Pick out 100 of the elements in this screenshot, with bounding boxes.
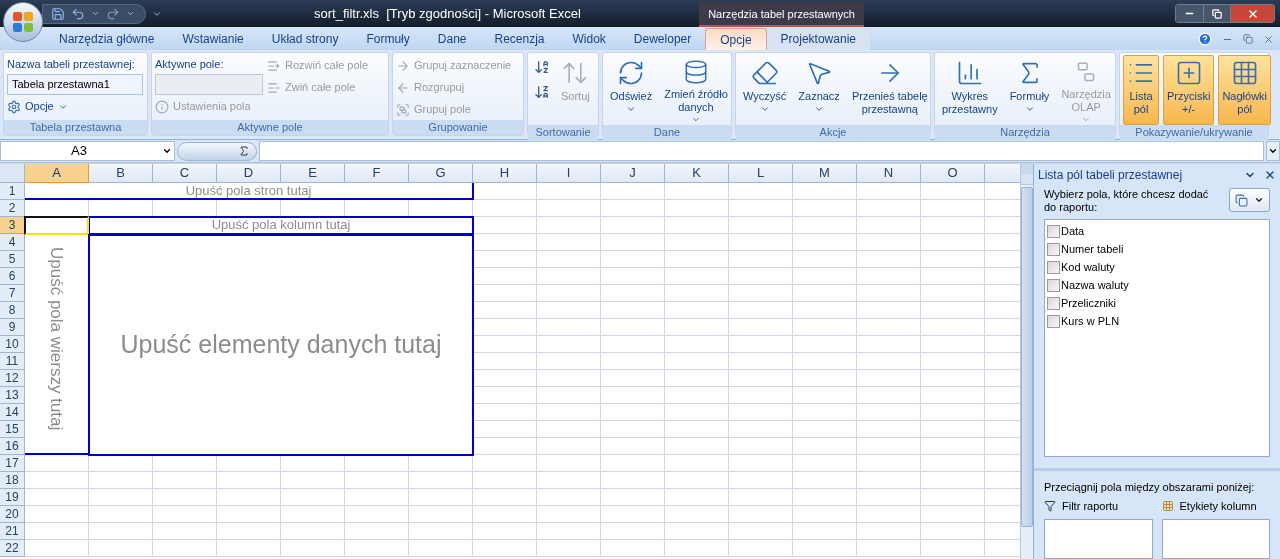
row-header[interactable]: 3 <box>0 217 25 234</box>
ribbon-button[interactable]: Lista pól <box>1123 55 1159 125</box>
field-name[interactable]: Nazwa waluty <box>1061 276 1129 294</box>
column-header[interactable]: M <box>793 164 857 183</box>
info-icon <box>155 99 169 114</box>
close-icon[interactable] <box>1263 33 1274 45</box>
field-name[interactable]: Numer tabeli <box>1061 240 1124 258</box>
ribbon-tab[interactable]: Projektowanie <box>766 28 870 50</box>
row-header[interactable]: 11 <box>0 353 25 370</box>
page-field-drop-area[interactable]: Upuść pola stron tutaj <box>25 183 474 200</box>
row-header[interactable]: 6 <box>0 268 25 285</box>
row-header[interactable]: 4 <box>0 234 25 251</box>
ribbon-button[interactable]: Wykres przestawny <box>938 55 1002 125</box>
row-header[interactable]: 17 <box>0 455 25 472</box>
layout-button[interactable] <box>1229 188 1270 213</box>
ribbon-button[interactable]: Wyczyść <box>739 55 791 125</box>
column-header[interactable]: B <box>89 164 153 183</box>
row-header[interactable]: 20 <box>0 506 25 523</box>
ribbon-button[interactable]: Przenieś tabelę przestawną <box>847 55 932 125</box>
checkbox[interactable] <box>1047 296 1060 310</box>
row-header[interactable]: 18 <box>0 472 25 489</box>
column-header[interactable]: K <box>665 164 729 183</box>
row-header[interactable]: 14 <box>0 404 25 421</box>
ribbon-tab[interactable]: Opcje <box>705 28 767 50</box>
field-name[interactable]: Kurs w PLN <box>1061 312 1120 330</box>
checkbox[interactable] <box>1047 278 1060 292</box>
help-icon[interactable] <box>1198 32 1212 46</box>
column-header[interactable]: E <box>281 164 345 183</box>
drop-area-hint: Upuść pola wierszy tutaj <box>46 247 68 433</box>
row-header[interactable]: 8 <box>0 302 25 319</box>
ribbon-tab[interactable]: Formuły <box>352 28 424 50</box>
row-header[interactable]: 5 <box>0 251 25 268</box>
column-header[interactable]: O <box>921 164 985 183</box>
field-name[interactable]: Kod waluty <box>1061 258 1115 276</box>
caret-icon[interactable] <box>126 9 135 18</box>
field-name[interactable]: Przeliczniki <box>1061 294 1116 312</box>
insert-function-icon[interactable] <box>238 145 250 157</box>
checkbox[interactable] <box>1047 242 1060 256</box>
ribbon-tab[interactable]: Recenzja <box>480 28 559 50</box>
ribbon-button[interactable]: Formuły <box>1005 55 1054 125</box>
caret-icon[interactable] <box>91 9 100 18</box>
ribbon-tab[interactable]: Wstawianie <box>168 28 258 50</box>
column-header[interactable]: C <box>153 164 217 183</box>
row-header[interactable]: 12 <box>0 370 25 387</box>
scroll-thumb[interactable] <box>1021 187 1033 527</box>
row-header[interactable]: 1 <box>0 183 25 200</box>
checkbox[interactable] <box>1047 314 1060 328</box>
row-header[interactable]: 13 <box>0 387 25 404</box>
row-header[interactable]: 19 <box>0 489 25 506</box>
row-header[interactable]: 7 <box>0 285 25 302</box>
row-header[interactable]: 21 <box>0 523 25 540</box>
checkbox[interactable] <box>1047 260 1060 274</box>
undo-icon[interactable] <box>71 6 85 21</box>
restore-icon[interactable] <box>1243 34 1253 44</box>
ribbon-tab[interactable]: Narzędzia główne <box>45 28 169 50</box>
checkbox[interactable] <box>1047 224 1060 238</box>
column-header[interactable]: I <box>537 164 601 183</box>
row-header[interactable]: 16 <box>0 438 25 455</box>
column-header[interactable]: F <box>345 164 409 183</box>
drop-area-box[interactable] <box>1161 519 1270 559</box>
ribbon-button[interactable]: Nagłówki pól <box>1218 55 1272 125</box>
ribbon-button[interactable]: Zmień źródło danych <box>660 55 732 125</box>
row-header[interactable]: 15 <box>0 421 25 438</box>
ribbon-tab[interactable]: Dane <box>423 28 481 50</box>
vertical-scrollbar[interactable] <box>1020 164 1033 559</box>
ribbon-button[interactable]: Opcje <box>7 96 143 117</box>
ribbon-button[interactable]: Odśwież <box>606 55 657 125</box>
text-field[interactable]: Tabela przestawna1 <box>7 74 143 95</box>
row-header[interactable]: 9 <box>0 319 25 336</box>
column-header[interactable]: G <box>409 164 473 183</box>
redo-icon[interactable] <box>106 6 120 21</box>
column-header[interactable]: L <box>729 164 793 183</box>
formula-input[interactable] <box>259 141 1264 161</box>
column-header[interactable]: J <box>601 164 665 183</box>
row-header[interactable]: 2 <box>0 200 25 217</box>
expand-button[interactable] <box>1266 141 1280 161</box>
row-header[interactable]: 22 <box>0 540 25 557</box>
save-icon[interactable] <box>51 6 65 21</box>
restore-button[interactable] <box>1203 5 1230 22</box>
ribbon-button[interactable]: Przyciski +/- <box>1163 55 1215 125</box>
row-header[interactable]: 10 <box>0 336 25 353</box>
caret-icon <box>1268 146 1278 156</box>
field-label: Aktywne pole: <box>155 57 225 72</box>
ribbon-tab[interactable]: Układ strony <box>257 28 353 50</box>
group-label: Akcje <box>736 125 930 140</box>
column-header[interactable]: A <box>25 164 89 183</box>
column-header[interactable]: D <box>217 164 281 183</box>
field-name[interactable]: Data <box>1061 222 1085 240</box>
ribbon-tab[interactable]: Deweloper <box>619 28 706 50</box>
active-cell[interactable] <box>24 216 89 235</box>
area-label: Filtr raportu <box>1062 498 1119 514</box>
ribbon-button[interactable]: Zaznacz <box>794 55 844 125</box>
close-icon <box>1246 7 1259 20</box>
column-header[interactable]: N <box>857 164 921 183</box>
select-all-corner[interactable] <box>0 164 25 183</box>
drop-area-box[interactable] <box>1044 519 1153 559</box>
ribbon-tab[interactable]: Widok <box>558 28 620 50</box>
name-box[interactable]: A3 <box>0 141 175 161</box>
column-header[interactable] <box>985 164 1020 183</box>
column-header[interactable]: H <box>473 164 537 183</box>
